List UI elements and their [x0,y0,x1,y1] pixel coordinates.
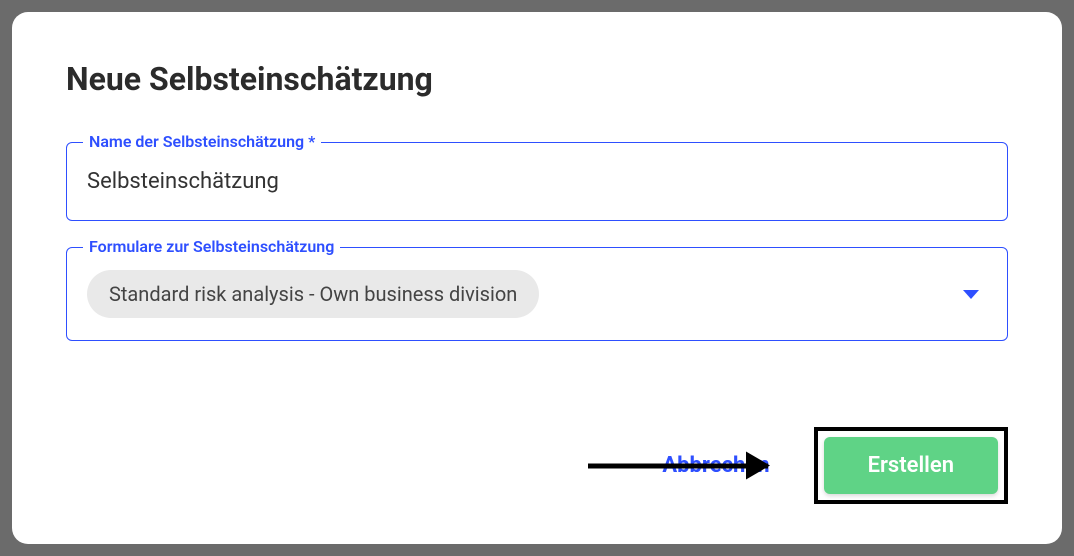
name-field-group: Name der Selbsteinschätzung * [66,142,1008,221]
forms-field-group: Formulare zur Selbsteinschätzung Standar… [66,247,1008,341]
name-field-label: Name der Selbsteinschätzung * [83,132,321,151]
create-button-highlight: Erstellen [814,427,1008,504]
forms-select[interactable]: Standard risk analysis - Own business di… [67,248,1007,340]
dialog-actions: Abbrechen Erstellen [66,427,1008,504]
chevron-down-icon [963,290,979,299]
forms-field-label: Formulare zur Selbsteinschätzung [83,237,340,256]
cancel-button[interactable]: Abbrechen [646,445,785,486]
forms-selected-chip: Standard risk analysis - Own business di… [87,270,539,318]
new-self-assessment-dialog: Neue Selbsteinschätzung Name der Selbste… [12,12,1062,544]
dialog-title: Neue Selbsteinschätzung [66,60,1008,98]
create-button[interactable]: Erstellen [824,437,998,494]
name-input[interactable] [67,143,1007,220]
